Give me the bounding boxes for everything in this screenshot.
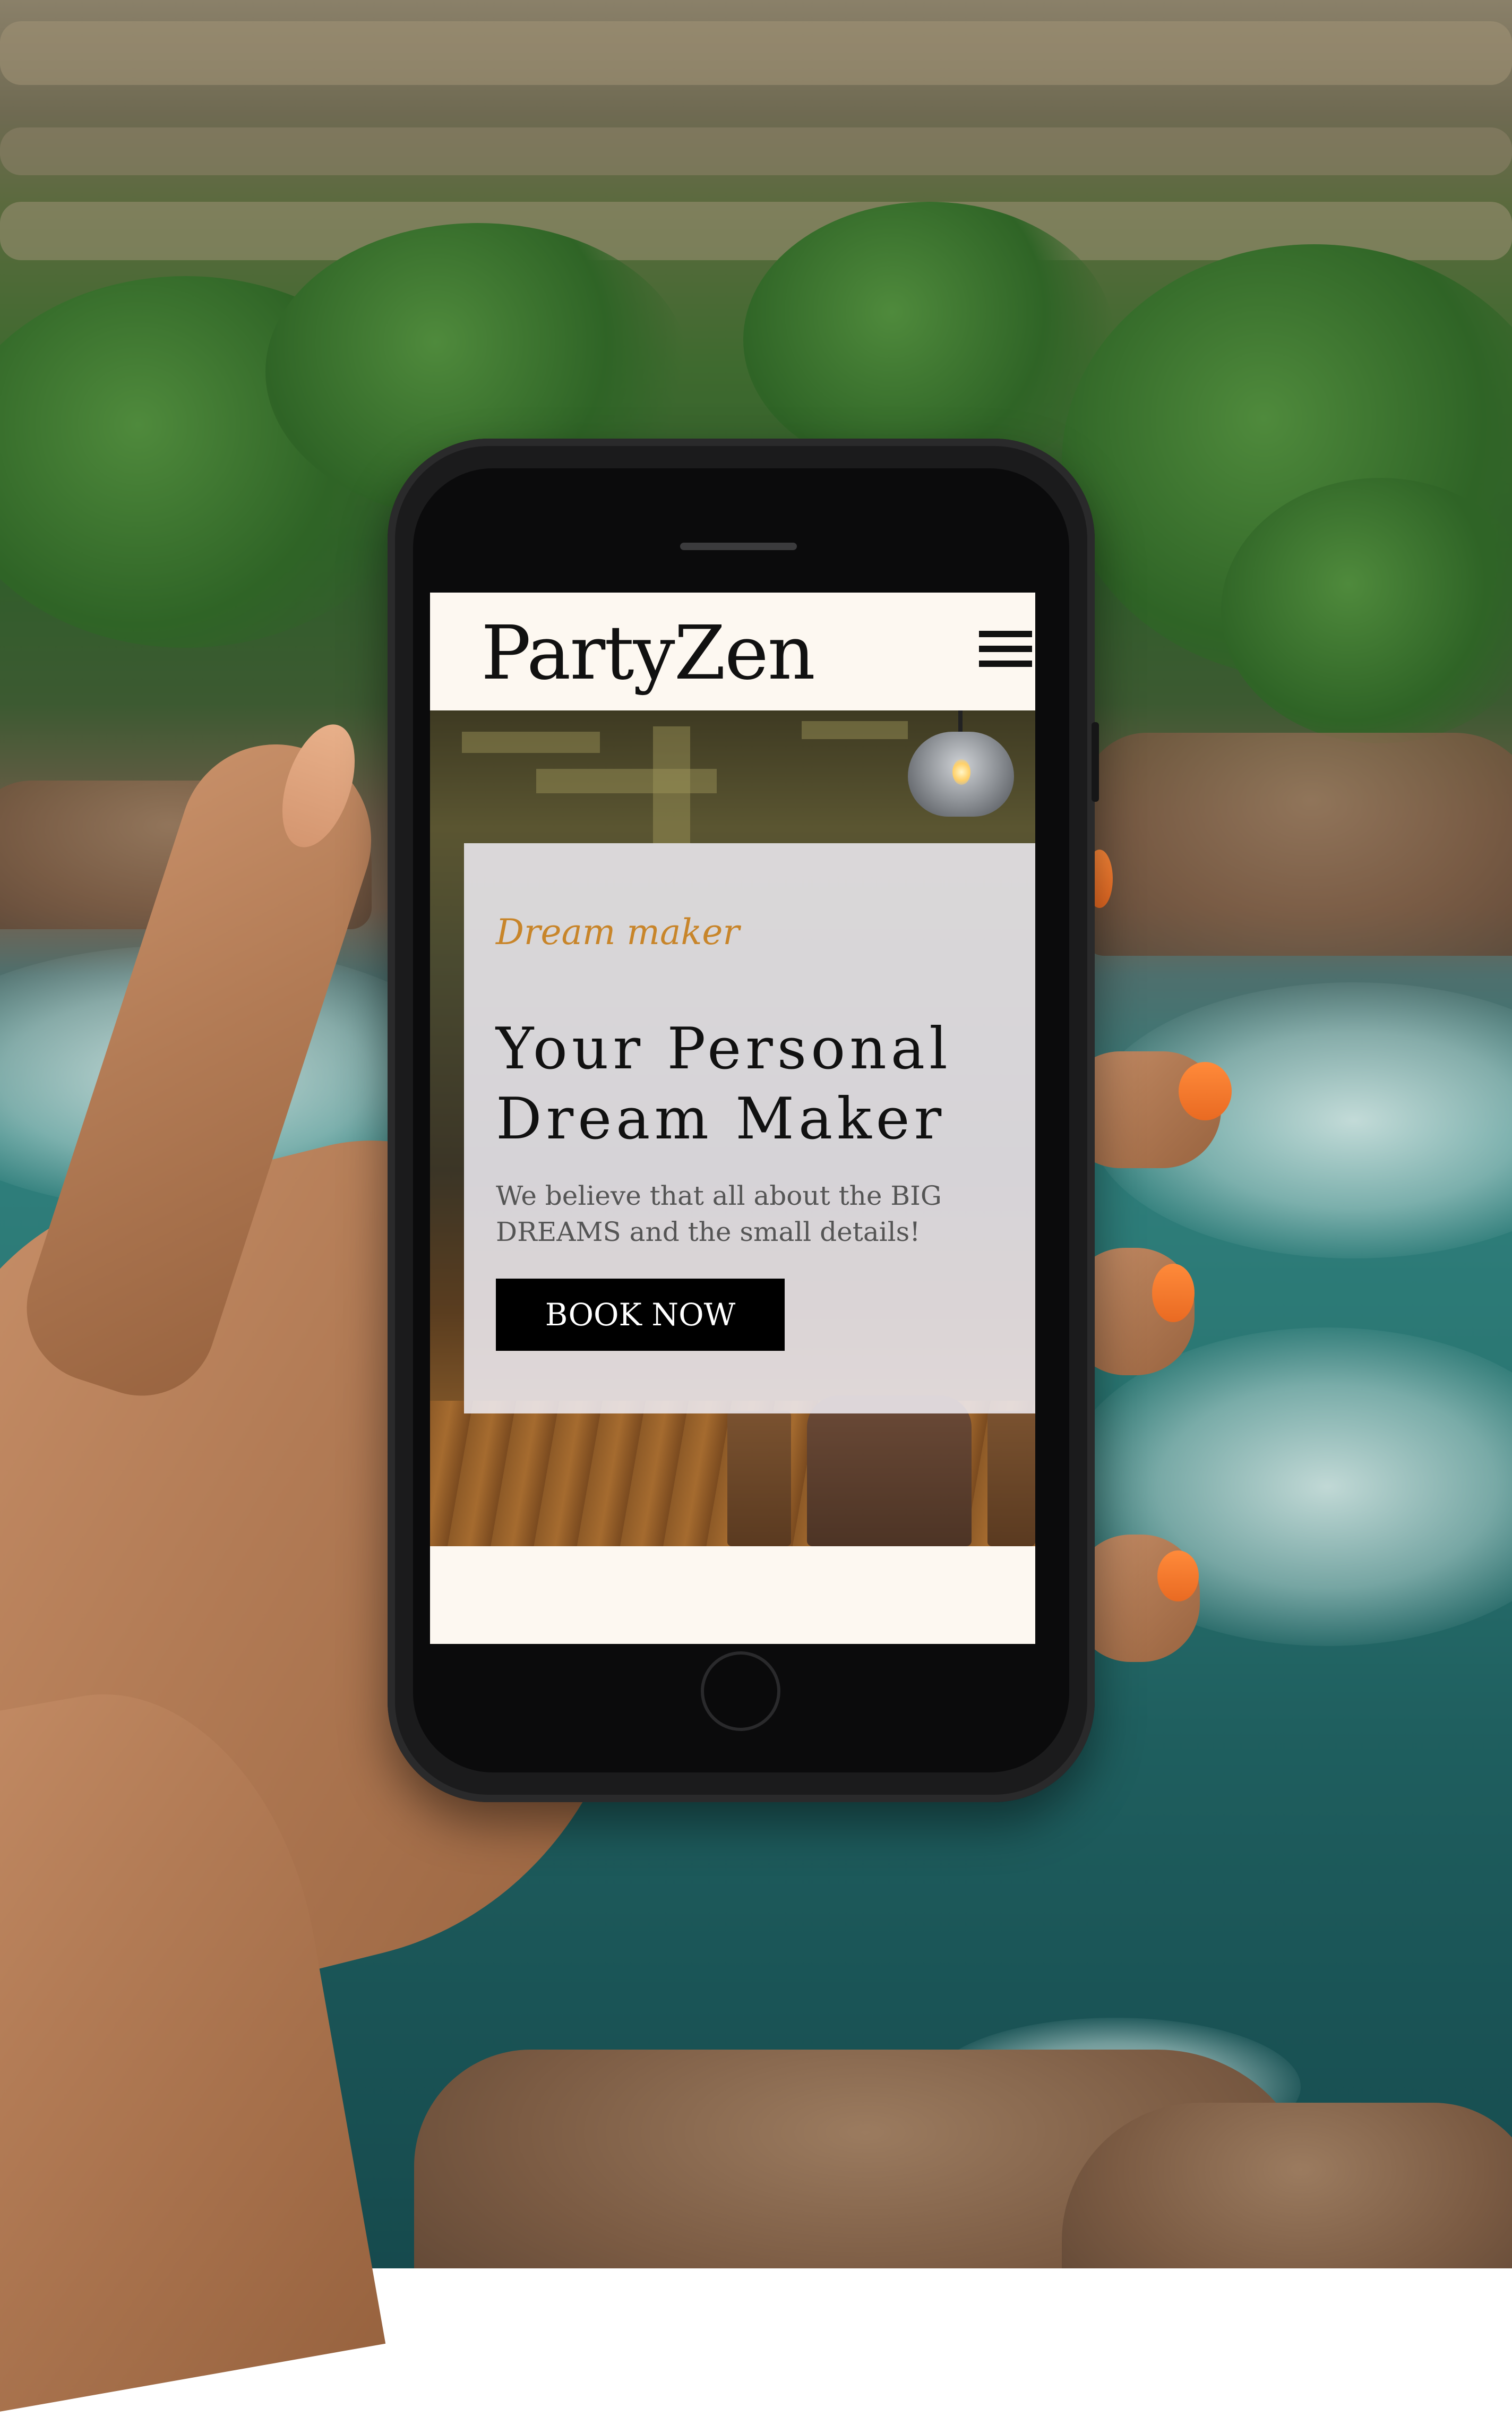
cliff-strata: [0, 127, 1512, 175]
book-now-button[interactable]: BOOK NOW: [496, 1279, 785, 1351]
hero-title-line: Dream Maker: [496, 1086, 946, 1152]
page-footer-area: [430, 1546, 1035, 1644]
hamburger-menu-icon[interactable]: [979, 631, 1032, 673]
phone-home-button[interactable]: [701, 1651, 780, 1731]
ceiling-duct: [462, 732, 600, 753]
shrub: [743, 202, 1115, 478]
hero-title-line: Your Personal: [496, 1016, 952, 1082]
finger-nail: [1179, 1062, 1232, 1120]
cliff-strata: [0, 21, 1512, 85]
hero-subtitle-line: DREAMS and the small details!: [496, 1216, 921, 1247]
hero-card: Dream maker Your Personal Dream Maker We…: [464, 843, 1035, 1413]
chair: [987, 1411, 1035, 1546]
phone-screen: PartyZen Dream maker Your Personal Dream…: [430, 593, 1035, 1644]
menu-bar: [979, 646, 1032, 652]
finger-nail: [1157, 1550, 1199, 1601]
hero-section: Dream maker Your Personal Dream Maker We…: [430, 710, 1035, 1546]
phone-side-button: [1092, 722, 1099, 802]
lamp-bulb: [952, 759, 970, 785]
menu-bar: [979, 631, 1032, 637]
pendant-lamp: [908, 710, 1014, 822]
hero-subtitle-line: We believe that all about the BIG: [496, 1180, 942, 1211]
chair: [807, 1395, 972, 1546]
menu-bar: [979, 661, 1032, 667]
phone-earpiece: [680, 543, 797, 550]
ceiling-duct: [653, 726, 690, 843]
chair: [727, 1411, 791, 1546]
hero-tagline: Dream maker: [496, 912, 740, 953]
finger-nail: [1152, 1264, 1195, 1322]
hero-subtitle: We believe that all about the BIG DREAMS…: [496, 1178, 1006, 1250]
brand-logo[interactable]: PartyZen: [481, 609, 815, 699]
hero-title: Your Personal Dream Maker: [496, 1014, 1027, 1154]
rock-ledge: [1083, 733, 1512, 956]
site-header: PartyZen: [430, 593, 1035, 710]
foreground-rock: [1062, 2103, 1512, 2268]
ceiling-duct: [802, 721, 908, 739]
